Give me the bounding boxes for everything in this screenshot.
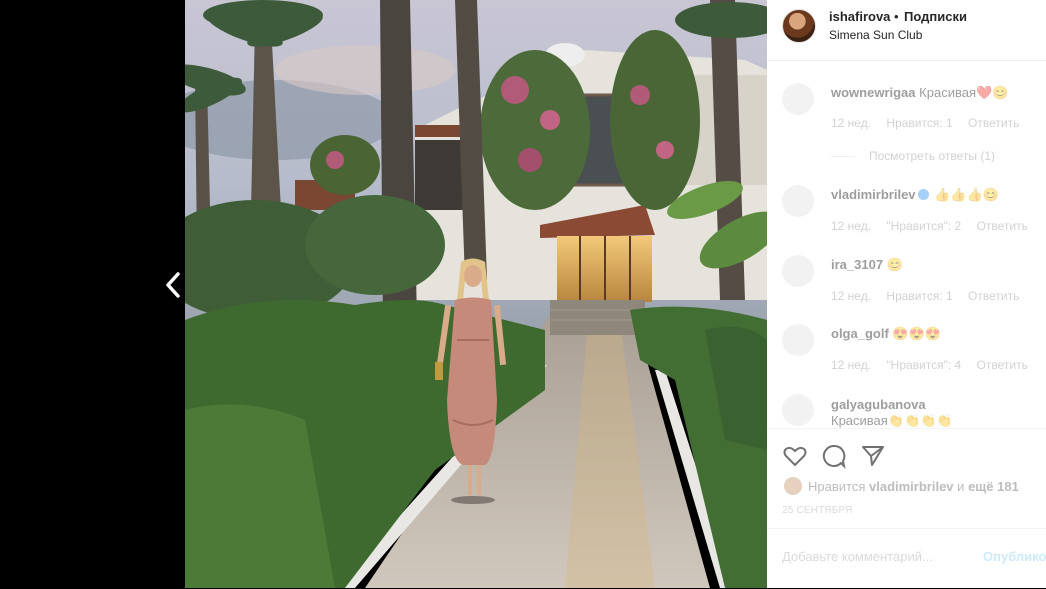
comment-meta: 12 нед. Нравится: 1 Ответить [831,289,1031,303]
likes-prefix: Нравится [808,479,866,494]
commenter-avatar[interactable] [782,394,814,426]
commenter-username[interactable]: wownewrigaa [831,85,916,100]
liker-username[interactable]: vladimirbrilev [869,479,954,494]
likes-middle: и [957,479,965,494]
post-side-panel: ishafirova • Подписки Simena Sun Club wo… [767,0,1046,588]
commenter-username[interactable]: vladimirbrilev [831,187,916,202]
commenter-avatar[interactable] [782,324,814,356]
comment-body: wownewrigaa Красивая❤️😊 [831,85,1008,101]
comment-body: ira_3107 😊 [831,257,903,273]
action-bar [767,428,1046,479]
post-header: ishafirova • Подписки Simena Sun Club [767,0,1046,61]
post-date: 25 СЕНТЯБРЯ [782,505,853,516]
comment-likes[interactable]: "Нравится": 2 [886,219,961,233]
comment-time: 12 нед. [831,116,872,130]
commenter-avatar[interactable] [782,255,814,287]
comment-meta: 12 нед. "Нравится": 2 Ответить [831,219,1040,233]
comment-likes[interactable]: "Нравится": 4 [886,358,961,372]
comment-time: 12 нед. [831,219,872,233]
previous-post-button[interactable] [162,268,186,302]
commenter-avatar[interactable] [782,83,814,115]
verified-badge-icon [917,189,929,200]
comment-text: Красивая👏👏👏👏 [831,413,953,428]
post-photo[interactable] [185,0,767,588]
comment-text: 😍😍😍 [892,326,941,341]
comment-bubble-icon[interactable] [821,443,847,469]
following-button[interactable]: Подписки [904,9,967,24]
author-username[interactable]: ishafirova [829,9,890,24]
likes-summary[interactable]: Нравится vladimirbrilev и ещё 181 [784,477,1019,495]
chevron-left-icon [166,272,180,298]
comment-body: olga_golf 😍😍😍 [831,326,941,342]
commenter-username[interactable]: ira_3107 [831,257,883,272]
liker-avatar [784,477,802,495]
comment-input[interactable]: Добавьте комментарий... [782,549,933,564]
heart-icon[interactable] [782,443,808,469]
post-location[interactable]: Simena Sun Club [829,28,922,42]
likes-others[interactable]: ещё 181 [968,479,1019,494]
view-replies-button[interactable]: Посмотреть ответы (1) [831,149,995,163]
comment-text: Красивая❤️😊 [919,85,1009,100]
reply-button[interactable]: Ответить [977,219,1028,233]
comment-text: 😊 [886,257,903,272]
reply-button[interactable]: Ответить [968,289,1019,303]
comment-body: galyagubanova [831,397,926,412]
comment-likes[interactable]: Нравится: 1 [886,289,952,303]
comment-likes[interactable]: Нравится: 1 [886,116,952,130]
reply-button[interactable]: Ответить [968,116,1019,130]
add-comment-bar: Добавьте комментарий... Опубликовать [767,528,1046,589]
comments-list[interactable]: wownewrigaa Красивая❤️😊 12 нед. Нравится… [767,61,1046,428]
commenter-username[interactable]: galyagubanova [831,397,926,412]
header-separator: • [894,9,899,24]
publish-button[interactable]: Опубликовать [983,549,1046,564]
paper-plane-icon[interactable] [860,443,886,469]
comment-meta: 12 нед. Нравится: 1 Ответить [831,116,1031,130]
comment-meta: 12 нед. "Нравится": 4 Ответить [831,358,1040,372]
commenter-username[interactable]: olga_golf [831,326,889,341]
comment-text: 👍👍👍😊 [934,187,999,202]
comment-time: 12 нед. [831,358,872,372]
comment-time: 12 нед. [831,289,872,303]
commenter-avatar[interactable] [782,185,814,217]
author-avatar[interactable] [782,9,816,43]
reply-button[interactable]: Ответить [977,358,1028,372]
comment-body: vladimirbrilev 👍👍👍😊 [831,187,999,203]
